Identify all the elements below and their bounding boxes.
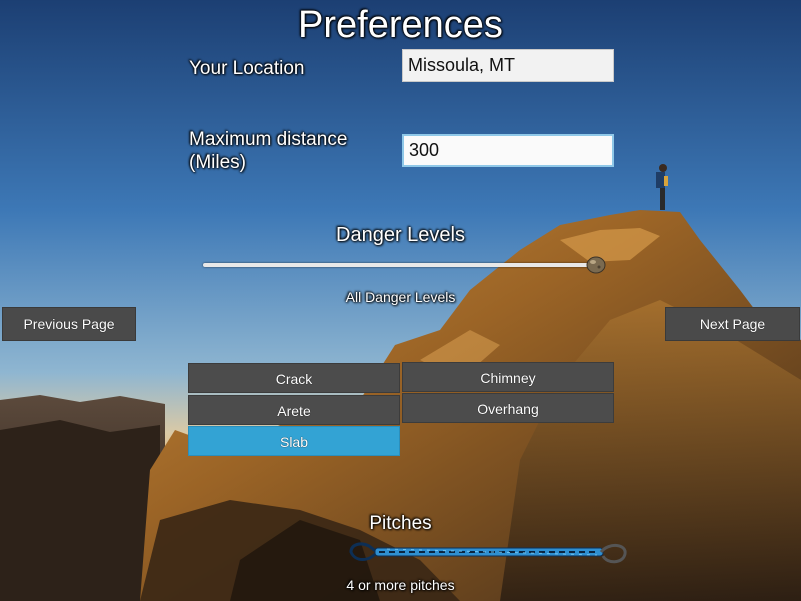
page-title: Preferences <box>298 4 503 46</box>
pitches-label: Pitches <box>369 513 432 534</box>
distance-label-line1: Maximum distance <box>189 129 348 150</box>
danger-levels-label: Danger Levels <box>336 224 465 246</box>
pitches-slider-rope[interactable] <box>347 540 629 568</box>
arete-button[interactable]: Arete <box>188 395 400 425</box>
overhang-button[interactable]: Overhang <box>402 393 614 423</box>
chimney-button[interactable]: Chimney <box>402 362 614 392</box>
distance-label: Maximum distance (Miles) <box>189 128 347 174</box>
danger-slider-handle[interactable] <box>586 256 606 274</box>
location-input[interactable] <box>402 49 614 82</box>
previous-page-button[interactable]: Previous Page <box>2 307 136 341</box>
next-page-button[interactable]: Next Page <box>665 307 800 341</box>
distance-label-line2: (Miles) <box>189 152 246 173</box>
danger-level-value: All Danger Levels <box>345 289 456 305</box>
pitches-value: 4 or more pitches <box>346 577 455 593</box>
distance-input[interactable] <box>402 134 614 167</box>
crack-button[interactable]: Crack <box>188 363 400 393</box>
slab-button[interactable]: Slab <box>188 426 400 456</box>
location-label: Your Location <box>189 58 305 79</box>
danger-slider-track[interactable] <box>203 263 599 267</box>
